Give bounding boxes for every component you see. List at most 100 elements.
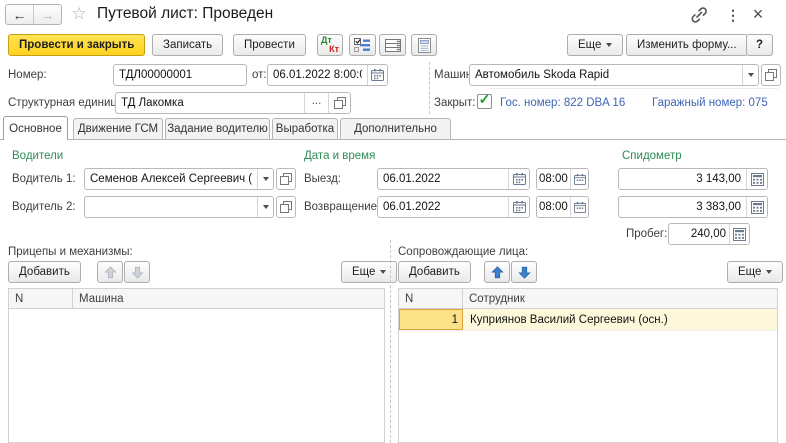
open-form-icon [280,201,292,213]
arrow-down-icon [131,266,144,279]
depart-time-input[interactable] [537,169,570,189]
return-time-input[interactable] [537,197,570,217]
trailers-column-car[interactable]: Машина [73,289,384,308]
trailers-move-up-button[interactable] [97,261,123,283]
depart-date-picker-button[interactable] [508,169,529,189]
return-time-picker-button[interactable] [570,197,588,217]
arrow-up-icon [491,266,504,279]
companions-more-button[interactable]: Еще [727,261,783,283]
save-button[interactable]: Записать [152,34,223,56]
tab-fuel-movement[interactable]: Движение ГСМ [73,118,163,139]
date-picker-button[interactable] [367,65,387,85]
forward-button[interactable]: → [33,5,61,24]
structural-unit-open-button[interactable] [328,93,350,113]
waybill-window: { "titlebar": { "title": "Путевой лист: … [0,0,786,443]
car-select-input[interactable] [470,65,742,85]
open-form-icon [280,173,292,185]
chevron-down-icon [606,43,612,47]
calendar-icon [513,173,526,185]
close-button[interactable]: × [748,3,768,25]
trailers-table[interactable]: N Машина [8,288,385,443]
favorite-star-button[interactable]: ☆ [69,3,89,25]
garage-number-link[interactable]: Гаражный номер: 075 [652,97,768,109]
document-structure-button[interactable] [349,34,376,56]
car-open-button[interactable] [761,64,781,86]
driver1-select-input[interactable] [85,169,257,189]
post-and-close-button[interactable]: Провести и закрыть [8,34,145,56]
odometer-start-input[interactable] [619,169,746,189]
number-input[interactable] [114,65,246,85]
return-label: Возвращение: [304,201,380,213]
state-number-link[interactable]: Гос. номер: 822 DBA 16 [500,97,625,109]
odometer-end-calc-button[interactable] [746,197,767,217]
date-label: от: [252,69,267,81]
return-date-picker-button[interactable] [508,197,529,217]
tables-splitter[interactable] [390,240,391,443]
window-menu-button[interactable]: ⋮ [724,4,742,26]
trailers-move-down-button[interactable] [124,261,150,283]
return-date-input[interactable] [378,197,508,217]
trailers-more-button[interactable]: Еще [341,261,397,283]
employee-cell[interactable]: Куприянов Василий Сергеевич (осн.) [463,309,777,330]
car-dropdown-button[interactable] [742,65,758,85]
driver2-label: Водитель 2: [12,201,76,213]
driver2-open-button[interactable] [276,196,296,218]
return-time-field [536,196,589,218]
driver1-open-button[interactable] [276,168,296,190]
forward-arrow-icon: → [41,7,55,23]
companions-column-employee[interactable]: Сотрудник [463,289,777,308]
mileage-calc-button[interactable] [729,224,749,244]
tab-main[interactable]: Основное [3,116,68,140]
get-link-button[interactable] [688,4,710,26]
tab-driver-task[interactable]: Задание водителю [165,118,270,139]
companions-add-button[interactable]: Добавить [398,261,471,283]
companions-move-up-button[interactable] [484,261,510,283]
depart-date-input[interactable] [378,169,508,189]
dt-kt-register-button[interactable]: ДтКт [317,34,343,56]
calculator-icon [751,201,764,214]
open-form-icon [334,97,346,109]
trailers-add-button[interactable]: Добавить [8,261,81,283]
driver2-dropdown-button[interactable] [257,197,273,217]
dt-kt-icon: ДтКт [318,36,342,54]
rows-list-icon [385,38,401,53]
number-field [113,64,247,86]
driver1-dropdown-button[interactable] [257,169,273,189]
structural-unit-select-button[interactable]: ... [304,93,328,113]
post-button[interactable]: Провести [233,34,306,56]
trailers-column-n[interactable]: N [9,289,73,308]
odometer-start-calc-button[interactable] [746,169,767,189]
tab-additional[interactable]: Дополнительно [340,118,451,139]
change-form-button[interactable]: Изменить форму... [626,34,748,56]
back-button[interactable]: ← [6,5,33,24]
arrow-up-icon [104,266,117,279]
document-report-button[interactable] [411,34,437,56]
chevron-down-icon [748,73,754,77]
car-select-field [469,64,759,86]
chevron-down-icon [766,270,772,274]
document-date-input[interactable] [268,65,367,85]
depart-time-picker-button[interactable] [570,169,588,189]
companions-column-n[interactable]: N [399,289,463,308]
structural-unit-input[interactable] [116,93,304,113]
header-splitter[interactable] [429,62,430,114]
datetime-section-title: Дата и время [304,150,375,162]
companions-more-label: Еще [738,266,761,278]
mileage-label: Пробег: [626,228,667,240]
tab-output[interactable]: Выработка [272,118,338,139]
companion-row[interactable]: 1 Куприянов Василий Сергеевич (осн.) [399,309,777,331]
companions-table[interactable]: N Сотрудник 1 Куприянов Василий Сергееви… [398,288,778,443]
odometer-end-input[interactable] [619,197,746,217]
register-records-button[interactable] [379,34,406,56]
mileage-input[interactable] [669,224,729,244]
tabs-baseline [0,139,786,140]
help-button[interactable]: ? [746,34,773,56]
driver2-select-input[interactable] [85,197,257,217]
mileage-field [668,223,750,245]
closed-checkbox[interactable]: ✓ [477,94,492,109]
depart-date-field [377,168,530,190]
more-dots-icon: ⋮ [726,7,740,24]
row-number-cell[interactable]: 1 [399,309,463,330]
toolbar-more-button[interactable]: Еще [567,34,623,56]
companions-move-down-button[interactable] [511,261,537,283]
